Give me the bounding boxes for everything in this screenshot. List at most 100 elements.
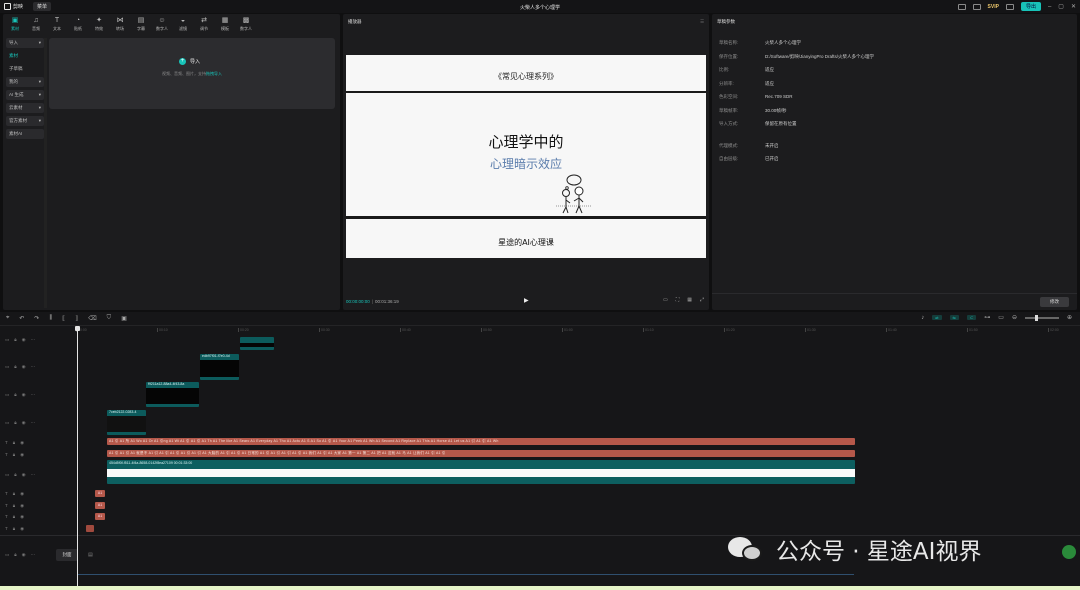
text-track-controls[interactable]: T 🔒︎ ◉ [5, 491, 24, 497]
text-clip[interactable]: A1 [95, 513, 105, 520]
import-button[interactable]: + 导入 [179, 58, 200, 65]
modify-button[interactable]: 修改 [1040, 297, 1069, 307]
lock-icon[interactable]: 🔒︎ [14, 392, 16, 398]
lock-icon[interactable]: 🔒︎ [13, 526, 15, 532]
text-track-controls[interactable]: T 🔒︎ ◉ [5, 452, 24, 458]
text-clip[interactable]: A1 [95, 502, 105, 509]
cover-button[interactable]: 封面 [56, 549, 78, 561]
export-button[interactable]: 导出 [1020, 2, 1041, 11]
microphone-icon[interactable]: ♪ [921, 315, 924, 321]
side-item-import[interactable]: 导入 ▾ [6, 38, 44, 48]
play-icon[interactable]: ▶ [524, 297, 529, 304]
select-tool-icon[interactable]: ⌖ [6, 315, 9, 322]
preview-axis-icon[interactable]: ⊶ [984, 314, 990, 321]
redo-icon[interactable]: ↷ [34, 315, 39, 322]
video-clip[interactable]: 7ceb2122-0283-4 [107, 410, 146, 435]
tab-sticker[interactable]: ◔ 贴纸 [69, 17, 87, 31]
eye-icon[interactable]: ◉ [22, 420, 26, 426]
zoom-out-icon[interactable]: ⊖ [1012, 314, 1017, 321]
more-icon[interactable]: ⋯ [31, 472, 36, 478]
tab-template[interactable]: ▦ 模板 [216, 17, 234, 31]
more-icon[interactable]: ⋯ [31, 392, 36, 398]
tab-adjust[interactable]: ⇄ 调节 [195, 17, 213, 31]
eye-icon[interactable]: ◉ [22, 392, 26, 398]
cover-edit-icon[interactable]: ▤ [88, 552, 93, 558]
side-item-official[interactable]: 官方素材 ▾ [6, 116, 44, 126]
text-track-english[interactable]: A1 引 A1 所 A1 Wo A1 Or A1 引ng A1 Wi A1 引 … [107, 438, 855, 445]
track-controls[interactable]: ▭ 🔒︎ ◉ ⋯ [5, 420, 35, 426]
tab-digital-human[interactable]: ☺ 数字人 [153, 17, 171, 31]
tab-avatar[interactable]: ▩ 数字人 [237, 17, 255, 31]
video-clip[interactable]: edb97f01-f7e0-4d [200, 354, 239, 380]
shortcut-icon[interactable] [972, 3, 981, 10]
text-track-controls[interactable]: T 🔒︎ ◉ [5, 526, 24, 532]
eye-icon[interactable]: ◉ [20, 503, 24, 509]
close-icon[interactable]: ✕ [1071, 3, 1076, 10]
eye-icon[interactable]: ◉ [22, 337, 26, 343]
tab-captions[interactable]: ▤ 字幕 [132, 17, 150, 31]
side-item-media-ai[interactable]: 素材AI [6, 129, 44, 139]
video-clip[interactable]: f9211a12-88a4-4f43-8a [146, 382, 199, 407]
text-clip[interactable] [86, 525, 94, 532]
ratio-icon[interactable]: ▭ [663, 297, 668, 303]
zoom-slider-knob[interactable] [1034, 314, 1038, 321]
split-left-icon[interactable]: ⟦ [62, 315, 65, 322]
split-icon[interactable]: ⫼ [49, 315, 52, 322]
image-icon[interactable]: ▣ [121, 315, 127, 322]
lock-icon[interactable]: 🔒︎ [14, 420, 16, 426]
side-item-media[interactable]: 素材 [6, 51, 44, 61]
menu-icon[interactable]: ☰ [700, 19, 704, 25]
tab-effects[interactable]: ✦ 特效 [90, 17, 108, 31]
tab-transition[interactable]: ⋈ 转场 [111, 17, 129, 31]
time-ruler[interactable]: 00:00 00:10 00:20 00:30 00:40 00:50 01:0… [76, 327, 1078, 335]
layout-icon[interactable] [957, 3, 966, 10]
eye-icon[interactable]: ◉ [20, 514, 24, 520]
lock-icon[interactable]: 🔒︎ [13, 514, 15, 520]
text-track-controls[interactable]: T 🔒︎ ◉ [5, 503, 24, 509]
split-right-icon[interactable]: ⟧ [75, 315, 78, 322]
zoom-in-icon[interactable]: ⊕ [1067, 314, 1072, 321]
svip-badge[interactable]: SVIP [988, 4, 999, 10]
lock-icon[interactable]: 🔒︎ [13, 503, 15, 509]
eye-icon[interactable]: ◉ [22, 364, 26, 370]
side-item-mine[interactable]: 我的 ▾ [6, 77, 44, 87]
maximize-icon[interactable]: ▢ [1058, 3, 1064, 10]
drag-import-link[interactable]: 拖拽导入 [206, 71, 222, 76]
playhead-handle[interactable] [75, 326, 80, 331]
fit-icon[interactable]: ▭ [998, 314, 1004, 321]
fullscreen-icon[interactable]: ⤢ [700, 297, 704, 303]
track-controls[interactable]: ▭ 🔒︎ ◉ ⋯ [5, 472, 35, 478]
playhead[interactable] [77, 326, 78, 588]
tab-media[interactable]: ▣ 素材 [6, 17, 24, 31]
track-controls[interactable]: ▭ 🔒︎ ◉ ⋯ [5, 337, 35, 343]
eye-icon[interactable]: ◉ [20, 526, 24, 532]
eye-icon[interactable]: ◉ [22, 552, 26, 558]
lock-icon[interactable]: 🔒︎ [13, 452, 15, 458]
text-clip[interactable]: A1 [95, 490, 105, 497]
crop-icon[interactable]: ⛶ [676, 297, 680, 303]
text-track-chinese[interactable]: A1 引 A1 引 A1 就是不 A1 引 A1 引 A1 引 A1 引 A1 … [107, 450, 855, 457]
minimize-icon[interactable]: – [1048, 4, 1051, 10]
timeline-scrollbar[interactable] [78, 574, 854, 575]
lock-icon[interactable]: 🔒︎ [14, 552, 16, 558]
eye-icon[interactable]: ◉ [20, 440, 24, 446]
lock-icon[interactable]: 🔒︎ [13, 491, 15, 497]
snap-toggle[interactable]: ⇋ [949, 315, 959, 320]
side-item-ai-generate[interactable]: AI 生成 ▾ [6, 90, 44, 100]
import-dropzone[interactable]: + 导入 视频、音频、图片，支持拖拽导入 [49, 38, 335, 109]
lock-icon[interactable]: 🔒︎ [13, 440, 15, 446]
tab-text[interactable]: T 文本 [48, 17, 66, 31]
eye-icon[interactable]: ◉ [22, 472, 26, 478]
more-icon[interactable]: ⋯ [31, 420, 36, 426]
video-clip[interactable] [240, 337, 274, 350]
link-toggle[interactable]: ⇌ [932, 315, 942, 320]
track-controls[interactable]: ▭ 🔒︎ ◉ ⋯ [5, 364, 35, 370]
more-icon[interactable]: ⋯ [31, 552, 36, 558]
side-item-subdraft[interactable]: 子草稿 [6, 64, 44, 74]
main-video-clip[interactable]: 454d5f0f-f511-4f4a-8658-0142f8ea27109 00… [107, 460, 855, 484]
track-controls[interactable]: ▭ 🔒︎ ◉ ⋯ [5, 392, 35, 398]
shield-icon[interactable]: ⛉ [107, 315, 112, 322]
main-track-controls[interactable]: ▭ 🔒︎ ◉ ⋯ [5, 552, 35, 558]
text-track-controls[interactable]: T 🔒︎ ◉ [5, 514, 24, 520]
magnet-toggle[interactable]: ⊂ [966, 315, 977, 320]
